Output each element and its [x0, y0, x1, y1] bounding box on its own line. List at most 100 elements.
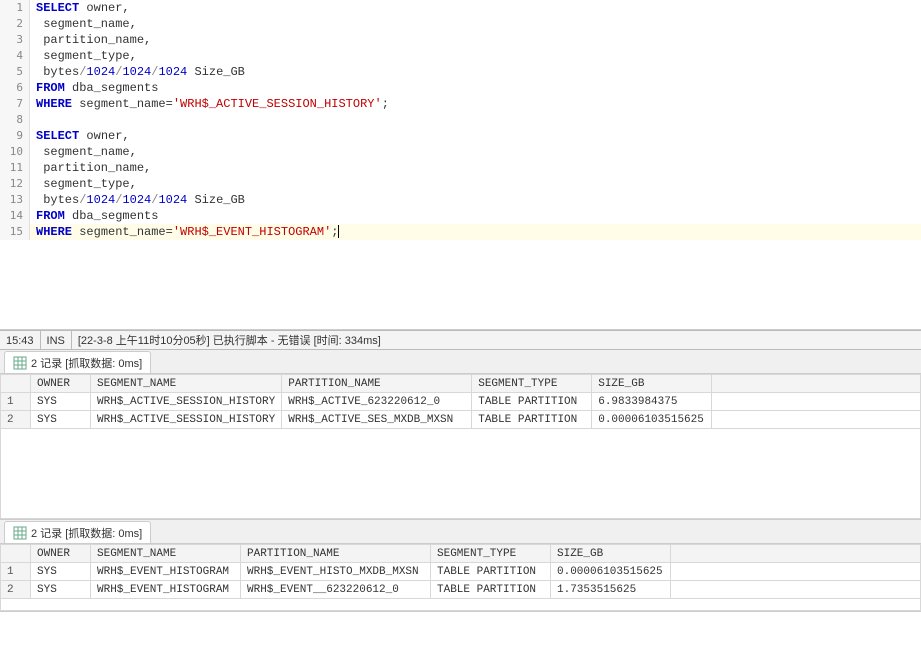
code-line[interactable]: 14FROM dba_segments: [0, 208, 921, 224]
cell-segment-type[interactable]: TABLE PARTITION: [431, 563, 551, 581]
code-line[interactable]: 5 bytes/1024/1024/1024 Size_GB: [0, 64, 921, 80]
code-content[interactable]: bytes/1024/1024/1024 Size_GB: [30, 192, 245, 208]
grid-icon: [13, 526, 27, 540]
result2-tab-label: 2 记录 [抓取数据: 0ms]: [31, 525, 142, 541]
code-line[interactable]: 15WHERE segment_name='WRH$_EVENT_HISTOGR…: [0, 224, 921, 240]
code-line[interactable]: 3 partition_name,: [0, 32, 921, 48]
code-content[interactable]: segment_name,: [30, 144, 137, 160]
result2-header-row: OWNER SEGMENT_NAME PARTITION_NAME SEGMEN…: [1, 545, 921, 563]
code-content[interactable]: SELECT owner,: [30, 128, 130, 144]
code-content[interactable]: SELECT owner,: [30, 0, 130, 16]
code-content[interactable]: WHERE segment_name='WRH$_EVENT_HISTOGRAM…: [30, 224, 339, 240]
code-line[interactable]: 10 segment_name,: [0, 144, 921, 160]
line-number: 10: [0, 144, 30, 160]
cell-filler: [712, 411, 921, 429]
cell-segment-name[interactable]: WRH$_EVENT_HISTOGRAM: [91, 563, 241, 581]
code-content[interactable]: segment_name,: [30, 16, 137, 32]
col-size-gb[interactable]: SIZE_GB: [592, 375, 712, 393]
result1-header-row: OWNER SEGMENT_NAME PARTITION_NAME SEGMEN…: [1, 375, 921, 393]
cell-owner[interactable]: SYS: [31, 563, 91, 581]
line-number: 12: [0, 176, 30, 192]
col-segment-name[interactable]: SEGMENT_NAME: [91, 375, 282, 393]
code-line[interactable]: 13 bytes/1024/1024/1024 Size_GB: [0, 192, 921, 208]
result-panel-2: 2 记录 [抓取数据: 0ms] OWNER SEGMENT_NAME PART…: [0, 520, 921, 612]
rownum-header: [1, 545, 31, 563]
sql-editor[interactable]: 1SELECT owner,2 segment_name,3 partition…: [0, 0, 921, 330]
code-line[interactable]: 8: [0, 112, 921, 128]
result1-grid[interactable]: OWNER SEGMENT_NAME PARTITION_NAME SEGMEN…: [0, 374, 921, 519]
code-line[interactable]: 12 segment_type,: [0, 176, 921, 192]
col-size-gb[interactable]: SIZE_GB: [551, 545, 671, 563]
text-cursor: [338, 225, 339, 238]
result2-tab[interactable]: 2 记录 [抓取数据: 0ms]: [4, 521, 151, 543]
cell-segment-name[interactable]: WRH$_ACTIVE_SESSION_HISTORY: [91, 393, 282, 411]
cell-segment-name[interactable]: WRH$_ACTIVE_SESSION_HISTORY: [91, 411, 282, 429]
line-number: 15: [0, 224, 30, 240]
cell-partition-name[interactable]: WRH$_EVENT_HISTO_MXDB_MXSN: [241, 563, 431, 581]
code-content[interactable]: segment_type,: [30, 48, 137, 64]
col-segment-type[interactable]: SEGMENT_TYPE: [472, 375, 592, 393]
row-number: 2: [1, 581, 31, 599]
col-segment-name[interactable]: SEGMENT_NAME: [91, 545, 241, 563]
cell-segment-name[interactable]: WRH$_EVENT_HISTOGRAM: [91, 581, 241, 599]
code-content[interactable]: WHERE segment_name='WRH$_ACTIVE_SESSION_…: [30, 96, 389, 112]
cell-size-gb[interactable]: 6.9833984375: [592, 393, 712, 411]
cell-segment-type[interactable]: TABLE PARTITION: [472, 411, 592, 429]
line-number: 7: [0, 96, 30, 112]
result-panel-1: 2 记录 [抓取数据: 0ms] OWNER SEGMENT_NAME PART…: [0, 350, 921, 520]
cell-size-gb[interactable]: 0.00006103515625: [551, 563, 671, 581]
cell-size-gb[interactable]: 0.00006103515625: [592, 411, 712, 429]
col-owner[interactable]: OWNER: [31, 375, 91, 393]
col-segment-type[interactable]: SEGMENT_TYPE: [431, 545, 551, 563]
cell-partition-name[interactable]: WRH$_ACTIVE_SES_MXDB_MXSN: [282, 411, 472, 429]
cell-size-gb[interactable]: 1.7353515625: [551, 581, 671, 599]
table-row[interactable]: 1SYSWRH$_EVENT_HISTOGRAMWRH$_EVENT_HISTO…: [1, 563, 921, 581]
cell-segment-type[interactable]: TABLE PARTITION: [431, 581, 551, 599]
table-row[interactable]: 1SYSWRH$_ACTIVE_SESSION_HISTORYWRH$_ACTI…: [1, 393, 921, 411]
row-number: 2: [1, 411, 31, 429]
code-line[interactable]: 6FROM dba_segments: [0, 80, 921, 96]
status-bar: 15:43 INS [22-3-8 上午11时10分05秒] 已执行脚本 - 无…: [0, 330, 921, 350]
col-partition-name[interactable]: PARTITION_NAME: [241, 545, 431, 563]
cell-owner[interactable]: SYS: [31, 581, 91, 599]
result1-tab[interactable]: 2 记录 [抓取数据: 0ms]: [4, 351, 151, 373]
code-content[interactable]: [30, 112, 36, 128]
line-number: 14: [0, 208, 30, 224]
line-number: 9: [0, 128, 30, 144]
cell-owner[interactable]: SYS: [31, 411, 91, 429]
code-line[interactable]: 4 segment_type,: [0, 48, 921, 64]
cell-filler: [671, 563, 921, 581]
code-line[interactable]: 2 segment_name,: [0, 16, 921, 32]
cell-partition-name[interactable]: WRH$_ACTIVE_623220612_0: [282, 393, 472, 411]
line-number: 2: [0, 16, 30, 32]
result2-tabstrip: 2 记录 [抓取数据: 0ms]: [0, 520, 921, 544]
code-content[interactable]: partition_name,: [30, 160, 151, 176]
result2-grid[interactable]: OWNER SEGMENT_NAME PARTITION_NAME SEGMEN…: [0, 544, 921, 611]
col-partition-name[interactable]: PARTITION_NAME: [282, 375, 472, 393]
cell-partition-name[interactable]: WRH$_EVENT__623220612_0: [241, 581, 431, 599]
line-number: 5: [0, 64, 30, 80]
code-content[interactable]: bytes/1024/1024/1024 Size_GB: [30, 64, 245, 80]
code-content[interactable]: FROM dba_segments: [30, 80, 158, 96]
table-row[interactable]: 2SYSWRH$_EVENT_HISTOGRAMWRH$_EVENT__6232…: [1, 581, 921, 599]
line-number: 1: [0, 0, 30, 16]
code-content[interactable]: partition_name,: [30, 32, 151, 48]
col-filler: [712, 375, 921, 393]
code-content[interactable]: FROM dba_segments: [30, 208, 158, 224]
code-content[interactable]: segment_type,: [30, 176, 137, 192]
code-line[interactable]: 7WHERE segment_name='WRH$_ACTIVE_SESSION…: [0, 96, 921, 112]
grid-icon: [13, 356, 27, 370]
cell-owner[interactable]: SYS: [31, 393, 91, 411]
status-message: [22-3-8 上午11时10分05秒] 已执行脚本 - 无错误 [时间: 33…: [72, 331, 921, 349]
line-number: 3: [0, 32, 30, 48]
code-line[interactable]: 11 partition_name,: [0, 160, 921, 176]
cell-filler: [712, 393, 921, 411]
cell-segment-type[interactable]: TABLE PARTITION: [472, 393, 592, 411]
table-row[interactable]: 2SYSWRH$_ACTIVE_SESSION_HISTORYWRH$_ACTI…: [1, 411, 921, 429]
code-line[interactable]: 9SELECT owner,: [0, 128, 921, 144]
col-owner[interactable]: OWNER: [31, 545, 91, 563]
result1-tab-label: 2 记录 [抓取数据: 0ms]: [31, 355, 142, 371]
insert-mode: INS: [41, 331, 72, 349]
col-filler: [671, 545, 921, 563]
code-line[interactable]: 1SELECT owner,: [0, 0, 921, 16]
